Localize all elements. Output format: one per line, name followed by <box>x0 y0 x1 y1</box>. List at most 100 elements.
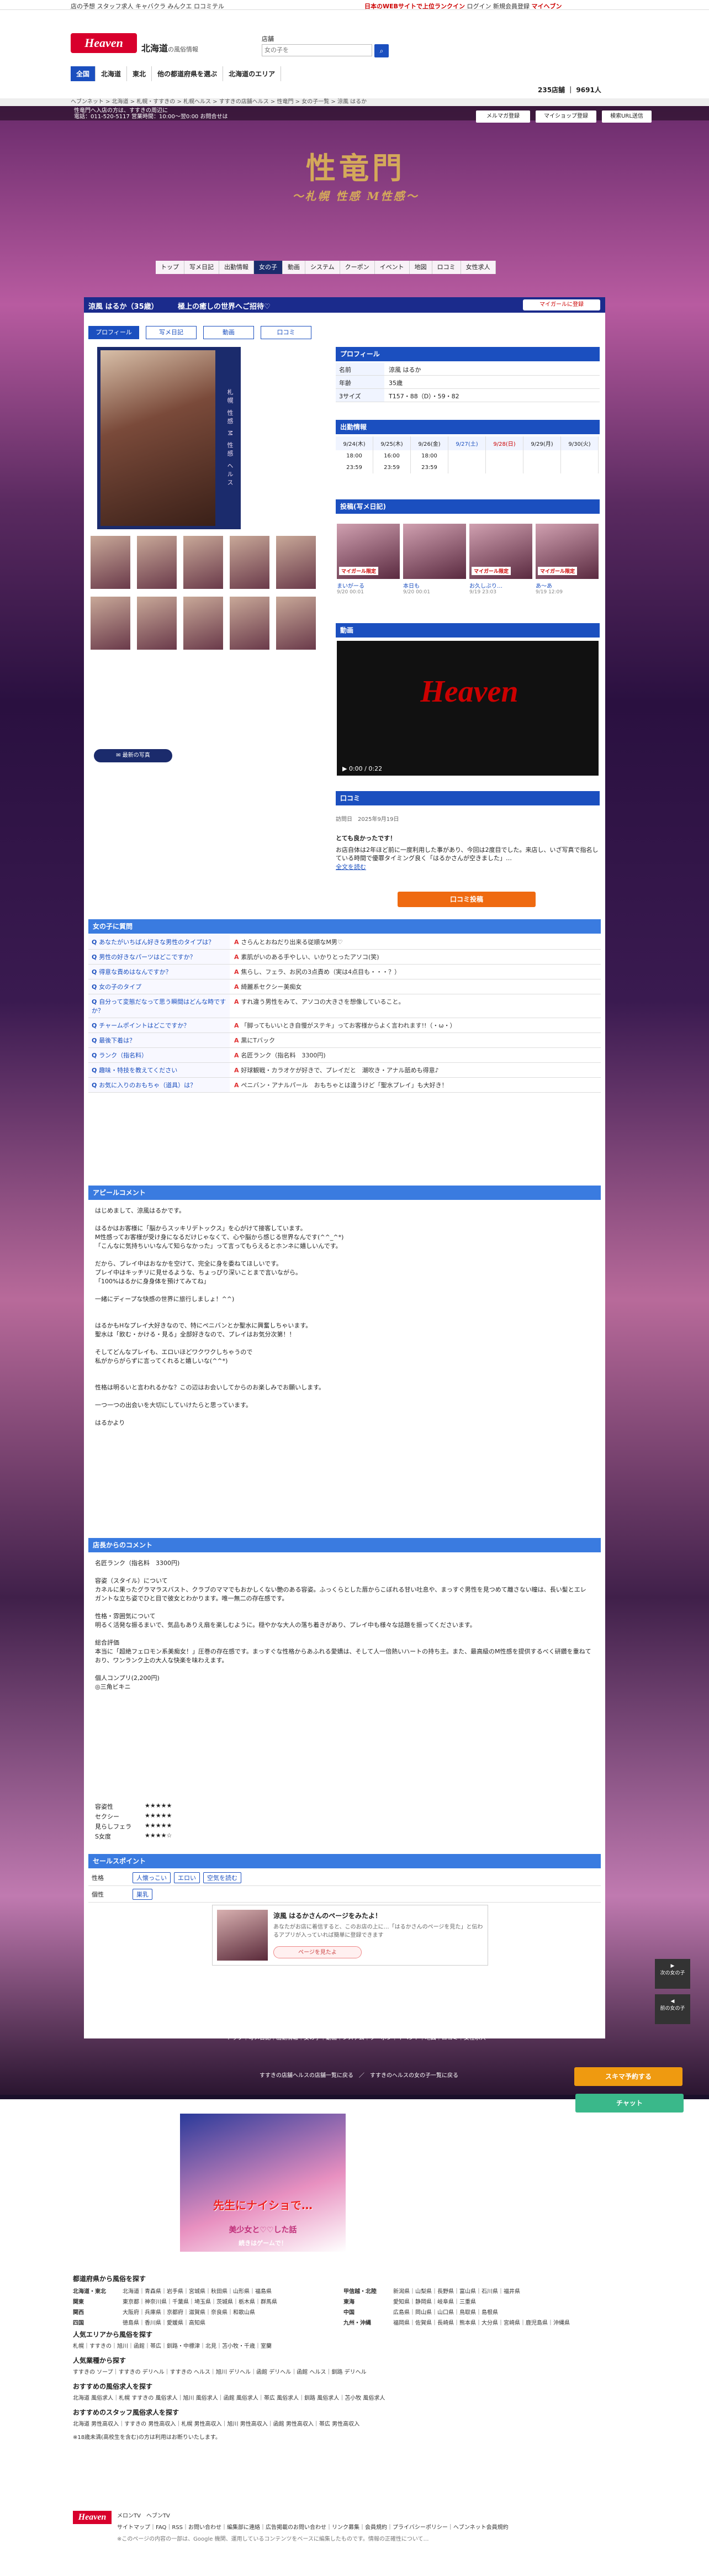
myheaven-link[interactable]: マイヘブン <box>532 3 562 10</box>
diary-heading: 投稿(写メ日記) <box>336 499 600 514</box>
myshop-button[interactable]: マイショップ登録 <box>536 110 596 123</box>
points-tag[interactable]: 空気を読む <box>203 1872 241 1883</box>
shopnav-top[interactable]: トップ <box>156 261 184 274</box>
thumb[interactable] <box>182 535 224 590</box>
diary-title: あ〜あ <box>536 583 552 589</box>
area-prefs[interactable]: 北海道｜青森県｜岩手県｜宮城県｜秋田県｜山形県｜福島県 <box>123 2287 343 2295</box>
nav-other-pref[interactable]: 他の都道府県を選ぶ <box>152 66 224 81</box>
diary-item[interactable]: マイガール限定 お久しぶり… 9/19 23:03 <box>469 524 532 603</box>
tab-profile[interactable]: プロフィール <box>88 326 139 339</box>
review-post-button[interactable]: 口コミ投稿 <box>398 892 536 907</box>
schedule-day: 9/30(火) <box>561 436 599 450</box>
tab-review[interactable]: 口コミ <box>261 326 311 339</box>
areas-p2[interactable]: 札幌｜すすきの｜旭川｜函館｜帯広｜釧路・中標津｜北見｜苫小牧・千歳｜室蘭 <box>73 2342 636 2351</box>
area-prefs[interactable]: 東京都｜神奈川県｜千葉県｜埼玉県｜茨城県｜栃木県｜群馬県 <box>123 2297 343 2305</box>
area-region: 四国 <box>73 2320 84 2326</box>
sukima-reserve-button[interactable]: スキマ予約する <box>574 2067 682 2086</box>
site-logo[interactable]: Heaven <box>71 33 137 53</box>
tab-video[interactable]: 動画 <box>203 326 254 339</box>
shopnav-map[interactable]: 地図 <box>410 261 432 274</box>
ad-banner[interactable]: 先生にナイショで… 美少女と♡♡した話 続きはゲームで！ <box>180 2114 346 2252</box>
thumb[interactable] <box>275 596 317 651</box>
review-more-link[interactable]: 全文を読む <box>336 862 600 871</box>
appeal-body: はじめまして、涼風はるかです。 はるかはお客様に「脳からスッキリデトックス」を心… <box>95 1207 344 1426</box>
prev-girl-button[interactable]: ◀ 前の女の子 <box>655 1994 690 2024</box>
mail-button[interactable]: ✉ 最新の写真 <box>94 749 172 762</box>
diary-item[interactable]: 本日も 9/20 00:01 <box>403 524 466 603</box>
area-prefs[interactable]: 徳島県｜香川県｜愛媛県｜高知県 <box>123 2318 343 2326</box>
schedule-day: 9/25(木) <box>373 436 411 450</box>
footer-social[interactable]: メロンTV ヘブンTV <box>117 2511 636 2519</box>
diary-item[interactable]: マイガール限定 まいがーる 9/20 00:01 <box>337 524 400 603</box>
diary-item[interactable]: マイガール限定 あ〜あ 9/19 12:09 <box>536 524 599 603</box>
next-girl-button[interactable]: ▶ 次の女の子 <box>655 1959 690 1989</box>
footer-logo[interactable]: Heaven <box>73 2511 112 2524</box>
thumb[interactable] <box>136 535 178 590</box>
areas-p3[interactable]: すすきの ソープ｜すすきの デリヘル｜すすきの ヘルス｜旭川 デリヘル｜函館 デ… <box>73 2368 636 2377</box>
shopnav-event[interactable]: イベント <box>375 261 410 274</box>
areas-p5[interactable]: 北海道 男性高収入｜すすきの 男性高収入｜札幌 男性高収入｜旭川 男性高収入｜函… <box>73 2420 636 2429</box>
login-links[interactable]: ログイン 新規会員登録 <box>467 3 530 10</box>
breadcrumb[interactable]: ヘブンネット > 北海道 > 札幌・すすきの > 札幌ヘルス > すすきの店舗ヘ… <box>0 98 709 106</box>
thumb[interactable] <box>182 596 224 651</box>
thumb[interactable] <box>136 596 178 651</box>
search-icon[interactable]: ⌕ <box>374 44 389 57</box>
points-tag[interactable]: 巣乳 <box>133 1888 152 1900</box>
footer-link-list[interactable]: サイトマップ｜FAQ｜RSS｜お問い合わせ｜編集部に連絡｜広告掲載のお問い合わせ… <box>117 2522 636 2531</box>
points-tag[interactable]: エロい <box>174 1872 200 1883</box>
shopnav-diary[interactable]: 写メ日記 <box>184 261 219 274</box>
thumb[interactable] <box>229 596 271 651</box>
video-player[interactable]: Heaven ▶ 0:00 / 0:22 <box>337 641 599 776</box>
shop-logo-text: 性竜門 <box>306 150 405 186</box>
thumb[interactable] <box>89 535 131 590</box>
diary-badge: マイガール限定 <box>472 567 511 575</box>
chat-button[interactable]: チャット <box>575 2094 684 2113</box>
qa-answer: ペニバン・アナルパール おもちゃとは違うけど「聖水プレイ」も大好き！ <box>230 1078 452 1092</box>
nav-all[interactable]: 全国 <box>71 66 96 81</box>
nav-area[interactable]: 北海道のエリア <box>223 66 282 81</box>
send-url-button[interactable]: 検索URL送信 <box>602 110 652 123</box>
area-prefs[interactable]: 大阪府｜兵庫県｜京都府｜滋賀県｜奈良県｜和歌山県 <box>123 2308 343 2316</box>
qa-answer: 綺麗系セクシー美痴女 <box>230 979 306 994</box>
top-links[interactable]: 店の予想 スタッフ求人 キャバクラ みんクエ ロコミテル <box>71 2 224 10</box>
region-sub: の風俗情報 <box>168 46 199 53</box>
shopnav-system[interactable]: システム <box>305 261 340 274</box>
search-input[interactable] <box>262 44 372 56</box>
areas-title: 都道府県から風俗を探す <box>73 2275 146 2283</box>
nav-tohoku[interactable]: 東北 <box>127 66 152 81</box>
area-prefs[interactable]: 福岡県｜佐賀県｜長崎県｜熊本県｜大分県｜宮崎県｜鹿児島県｜沖縄県 <box>393 2318 614 2326</box>
thumb[interactable] <box>89 596 131 651</box>
fav-button[interactable]: マイガールに登録 <box>523 299 600 310</box>
thumb[interactable] <box>229 535 271 590</box>
qa-question: ランク（指名料） <box>88 1048 230 1062</box>
shopnav-schedule[interactable]: 出勤情報 <box>219 261 254 274</box>
shop-info-line1: 性竜門へ入店の方は、すすきの周辺に <box>74 108 168 114</box>
qa-answer: 「脚ってもいいとき自慢がステキ」ってお客様からよく言われます!!（・ω・） <box>230 1018 461 1032</box>
shopnav-coupon[interactable]: クーポン <box>340 261 375 274</box>
areas-p4[interactable]: 北海道 風俗求人｜札幌 すすきの 風俗求人｜旭川 風俗求人｜函館 風俗求人｜帯広… <box>73 2394 636 2403</box>
back-links[interactable]: すすきの店舗ヘルスの店舗一覧に戻る ／ すすきのヘルスの女の子一覧に戻る <box>215 2071 502 2079</box>
thumb[interactable] <box>275 535 317 590</box>
diary-badge: マイガール限定 <box>538 567 578 575</box>
area-prefs[interactable]: 愛知県｜静岡県｜岐阜県｜三重県 <box>393 2297 614 2305</box>
video-heading: 動画 <box>336 623 600 638</box>
points-tag[interactable]: 人懐っこい <box>133 1872 171 1883</box>
saw-page-button[interactable]: ページを見たよ <box>273 1946 362 1958</box>
profile-table: 名前 涼風 はるか 年齢 35歳 3サイズ T157・88（D）・59・82 <box>336 362 600 402</box>
area-prefs[interactable]: 新潟県｜山梨県｜長野県｜富山県｜石川県｜福井県 <box>393 2287 614 2295</box>
mailmag-button[interactable]: メルマガ登録 <box>476 110 530 123</box>
shopnav-girls[interactable]: 女の子 <box>254 261 283 274</box>
area-region: 関西 <box>73 2310 84 2316</box>
shopnav-recruit[interactable]: 女性求人 <box>461 261 496 274</box>
diary-date: 9/19 12:09 <box>536 589 563 595</box>
nav-hokkaido[interactable]: 北海道 <box>96 66 128 81</box>
shopnav-review[interactable]: ロコミ <box>432 261 461 274</box>
tab-diary[interactable]: 写メ日記 <box>146 326 197 339</box>
shopnav-video[interactable]: 動画 <box>283 261 305 274</box>
top-right: 日本のWEBサイトで上位ランクイン ログイン 新規会員登録 マイヘブン <box>364 2 562 10</box>
prev-girl-label: 前の女の子 <box>660 2006 685 2011</box>
shop-footer-nav[interactable]: トップ｜写メ日記｜出勤情報｜女の子｜動画｜システム｜クーポン｜イベント｜地図｜ロ… <box>138 2033 574 2041</box>
area-prefs[interactable]: 広島県｜岡山県｜山口県｜鳥取県｜島根県 <box>393 2308 614 2316</box>
girl-main-photo[interactable] <box>97 347 219 529</box>
video-controls[interactable]: ▶ 0:00 / 0:22 <box>342 765 382 772</box>
